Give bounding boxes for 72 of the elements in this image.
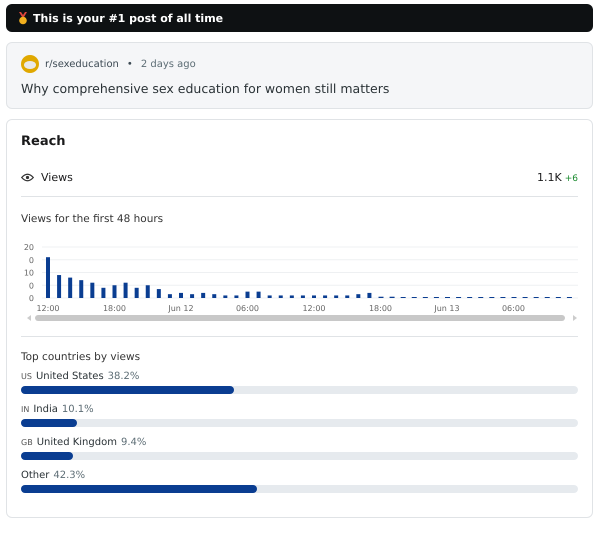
country-share: 10.1% [62, 404, 94, 415]
y-axis-label: 0 [28, 294, 34, 303]
x-axis-label: 18:00 [102, 304, 126, 313]
x-axis-label: 18:00 [368, 304, 392, 313]
y-axis-label: 0 [28, 281, 34, 290]
chart-bar [112, 285, 116, 298]
country-name: India [33, 404, 58, 415]
chart-bar [124, 282, 128, 298]
chart-bar [367, 292, 372, 298]
post-age: 2 days ago [140, 58, 196, 70]
chart-bar [46, 257, 50, 298]
metric-delta: +6 [564, 174, 578, 184]
eye-icon [21, 173, 34, 182]
metric-value: 1.1K [537, 171, 562, 184]
chart-bar [57, 275, 62, 298]
chart-bar [101, 288, 106, 298]
country-code: IN [21, 405, 30, 414]
chart-bar [212, 294, 216, 298]
y-axis-label: 0 [28, 256, 34, 265]
country-share: 42.3% [53, 470, 86, 481]
country-share: 9.4% [120, 437, 146, 448]
scroll-left-icon[interactable] [27, 315, 31, 321]
x-axis-label: 06:00 [236, 304, 260, 313]
section-title: Reach [21, 134, 67, 149]
banner-text: This is your #1 post of all time [33, 12, 224, 24]
metric-label: Views [41, 171, 73, 184]
country-name: Other [21, 470, 50, 481]
scroll-right-icon[interactable] [573, 315, 577, 321]
chart-bar [134, 288, 139, 298]
chart-caption: Views for the first 48 hours [21, 213, 164, 225]
x-axis-label: Jun 13 [434, 304, 460, 313]
chart-bar [290, 295, 294, 298]
community-name[interactable]: r/sexeducation [45, 58, 119, 70]
chart-bar [79, 280, 84, 298]
chart-bar [68, 278, 72, 298]
community-avatar-icon [21, 55, 39, 73]
chart-bar [146, 285, 150, 298]
country-code: US [21, 372, 32, 381]
chart-bar [156, 289, 161, 298]
chart-bar [300, 295, 305, 298]
chart-bar [323, 295, 328, 298]
x-axis-label: Jun 12 [168, 304, 194, 313]
chart-bar [190, 294, 194, 298]
chart-bar [278, 295, 283, 298]
scrollbar-thumb[interactable] [35, 315, 565, 321]
separator-dot: • [126, 58, 133, 70]
chart-bar [223, 295, 228, 298]
post-title[interactable]: Why comprehensive sex education for women still matters [21, 81, 578, 96]
chart-bar [268, 295, 272, 298]
post-card[interactable]: r/sexeducation • 2 days ago Why comprehensive sex education for women still matters [6, 42, 593, 109]
chart-bar [312, 295, 316, 298]
country-code: GB [21, 438, 33, 447]
country-name: United Kingdom [36, 437, 117, 448]
chart-bar [246, 292, 250, 298]
x-axis-label: 12:00 [36, 304, 60, 313]
chart-bar [201, 292, 206, 298]
country-name: United States [36, 371, 104, 382]
chart-bar [334, 295, 338, 298]
medal-icon [18, 12, 28, 24]
chart-bar [168, 294, 172, 298]
chart-bar [345, 295, 350, 298]
y-axis-label: 20 [24, 243, 34, 252]
chart-bar [90, 282, 94, 298]
country-share: 38.2% [108, 371, 140, 382]
chart-bar [179, 292, 183, 298]
x-axis-label: 12:00 [302, 304, 326, 313]
y-axis-label: 10 [24, 268, 34, 278]
chart-bar [256, 292, 261, 298]
chart-bar [234, 295, 238, 298]
chart-bar [356, 294, 360, 298]
x-axis-label: 06:00 [502, 304, 526, 313]
countries-title: Top countries by views [21, 351, 142, 363]
